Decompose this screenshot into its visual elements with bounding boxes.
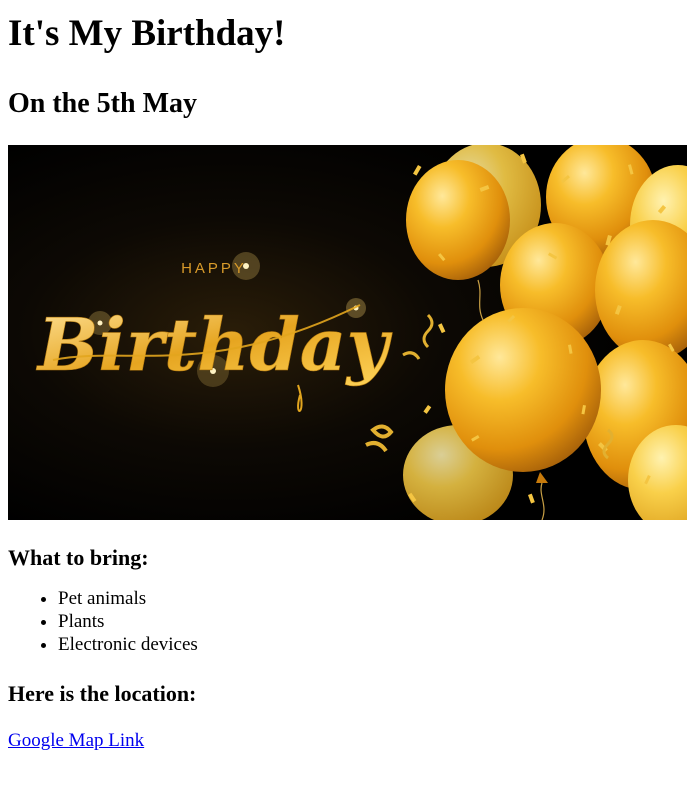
google-map-link[interactable]: Google Map Link — [8, 730, 144, 751]
bring-heading: What to bring: — [8, 545, 149, 570]
birthday-banner-image: HAPPY Birthday — [8, 145, 687, 520]
page: It's My Birthday! On the 5th May HAPPY B… — [0, 0, 687, 752]
happy-label: HAPPY — [181, 260, 247, 277]
list-item: Pet animals — [58, 587, 679, 610]
list-item: Electronic devices — [58, 633, 679, 656]
location-heading: Here is the location: — [8, 681, 197, 706]
bring-list: Pet animals Plants Electronic devices — [8, 587, 679, 656]
list-item: Plants — [58, 610, 679, 633]
date-heading: On the 5th May — [8, 88, 197, 119]
page-title: It's My Birthday! — [8, 13, 286, 54]
